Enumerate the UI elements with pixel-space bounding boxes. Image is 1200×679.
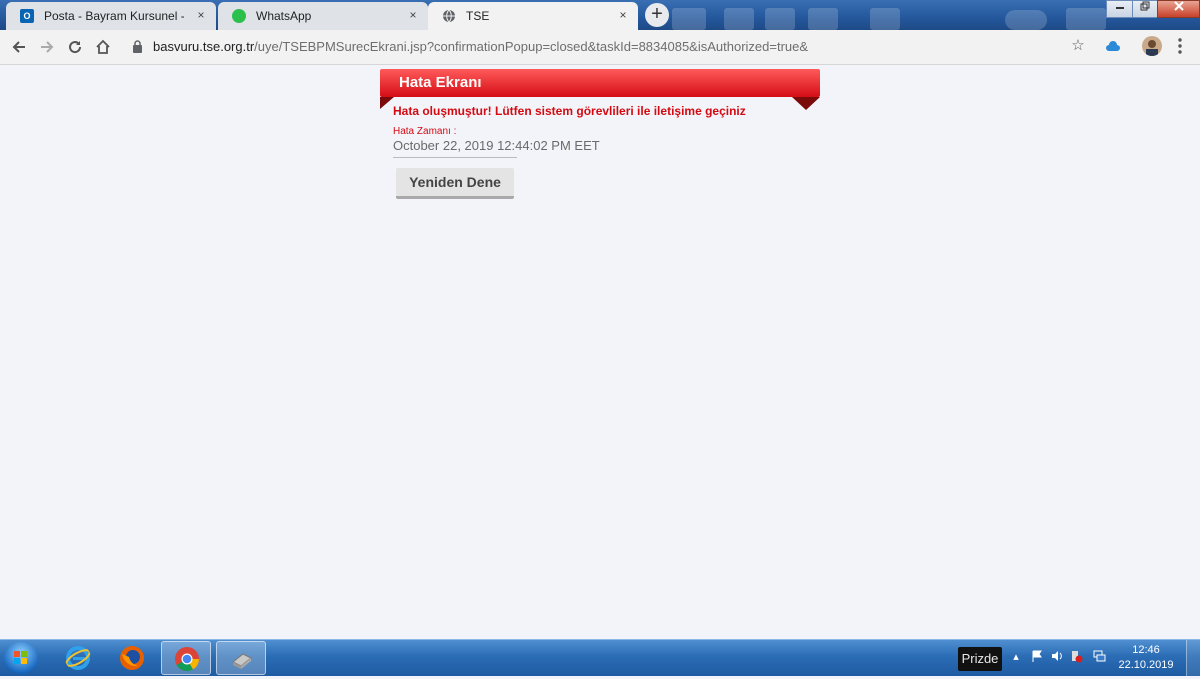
windows-logo-icon: [14, 651, 27, 664]
error-header-ribbon: Hata Ekranı: [380, 69, 820, 97]
forward-arrow-icon: [41, 41, 54, 53]
ribbon-fold-left: [380, 97, 394, 109]
show-desktop-button[interactable]: [1186, 640, 1200, 676]
minimize-icon: [1115, 7, 1124, 9]
tab-outlook[interactable]: O Posta - Bayram Kursunel - Outlo ×: [6, 2, 216, 30]
desktop-background-icon: [1005, 10, 1047, 30]
error-message: Hata oluşmuştur! Lütfen sistem görevlile…: [393, 104, 746, 118]
error-time-label: Hata Zamanı :: [393, 126, 457, 137]
profile-avatar[interactable]: [1142, 36, 1162, 56]
security-alert-icon[interactable]: [1070, 650, 1084, 666]
desktop-background-icon: [808, 8, 838, 30]
internet-explorer-icon: [65, 646, 91, 670]
taskbar-chrome[interactable]: [161, 641, 211, 675]
clock-time[interactable]: 12:46: [1118, 644, 1174, 656]
url-text: basvuru.tse.org.tr/uye/TSEBPMSurecEkrani…: [153, 39, 808, 54]
divider: [393, 157, 517, 158]
clock-date[interactable]: 22.10.2019: [1118, 659, 1174, 671]
url-path: /uye/TSEBPMSurecEkrani.jsp?confirmationP…: [254, 39, 809, 54]
retry-button[interactable]: Yeniden Dene: [396, 168, 514, 199]
home-icon: [96, 39, 110, 54]
lock-icon: [133, 40, 142, 53]
restore-button[interactable]: [1132, 0, 1158, 18]
tab-whatsapp[interactable]: WhatsApp ×: [218, 2, 428, 30]
tab-title: Posta - Bayram Kursunel - Outlo: [44, 9, 184, 23]
home-button[interactable]: [91, 35, 115, 59]
tab-title: TSE: [466, 9, 490, 23]
url-host: basvuru.tse.org.tr: [153, 39, 255, 54]
bookmark-star-icon[interactable]: ☆: [1068, 36, 1088, 56]
taskbar-internet-explorer[interactable]: [53, 641, 103, 675]
language-indicator[interactable]: Prizde: [958, 647, 1002, 671]
browser-toolbar: basvuru.tse.org.tr/uye/TSEBPMSurecEkrani…: [0, 30, 1200, 65]
close-icon: [1173, 1, 1184, 11]
cloud-extension-icon[interactable]: [1103, 36, 1123, 56]
reload-button[interactable]: [63, 35, 87, 59]
taskbar-firefox[interactable]: [107, 641, 157, 675]
chrome-icon: [175, 647, 199, 672]
whatsapp-icon: [232, 9, 246, 23]
tab-title: WhatsApp: [256, 9, 312, 23]
restore-icon: [1140, 1, 1150, 11]
close-tab-icon[interactable]: ×: [194, 8, 208, 22]
desktop-background-icon: [724, 8, 754, 30]
close-tab-icon[interactable]: ×: [406, 8, 420, 22]
volume-icon[interactable]: [1050, 650, 1064, 665]
outlook-icon: O: [20, 9, 34, 23]
desktop-background-icon: [672, 8, 706, 30]
desktop-background-icon: [870, 8, 900, 30]
minimize-button[interactable]: [1106, 0, 1133, 18]
firefox-icon: [120, 646, 144, 670]
show-hidden-icons-button[interactable]: ▴: [1009, 650, 1023, 663]
action-center-flag-icon[interactable]: [1030, 650, 1044, 665]
desktop-background-icon: [1066, 8, 1106, 30]
desktop-background-icon: [765, 8, 795, 30]
error-time-value: October 22, 2019 12:44:02 PM EET: [393, 138, 600, 153]
close-window-button[interactable]: [1157, 0, 1200, 18]
tab-tse[interactable]: TSE ×: [428, 2, 638, 30]
globe-icon: [443, 9, 455, 23]
more-menu-icon[interactable]: [1170, 36, 1190, 56]
new-tab-button[interactable]: +: [645, 3, 669, 27]
address-bar[interactable]: basvuru.tse.org.tr/uye/TSEBPMSurecEkrani…: [120, 34, 1095, 60]
windows-taskbar: Prizde ▴ 12:46 22.10.2019: [0, 639, 1200, 676]
start-button[interactable]: [4, 642, 38, 674]
network-icon[interactable]: [1092, 650, 1106, 665]
drive-icon: [232, 653, 252, 669]
taskbar-app[interactable]: [216, 641, 266, 675]
reload-icon: [69, 41, 82, 54]
back-arrow-icon: [12, 41, 25, 53]
ribbon-fold-right: [792, 97, 820, 110]
back-button[interactable]: [7, 35, 31, 59]
forward-button[interactable]: [35, 35, 59, 59]
page-title: Hata Ekranı: [399, 74, 482, 91]
browser-tab-strip: O Posta - Bayram Kursunel - Outlo × What…: [0, 0, 1200, 30]
close-tab-icon[interactable]: ×: [616, 8, 630, 22]
